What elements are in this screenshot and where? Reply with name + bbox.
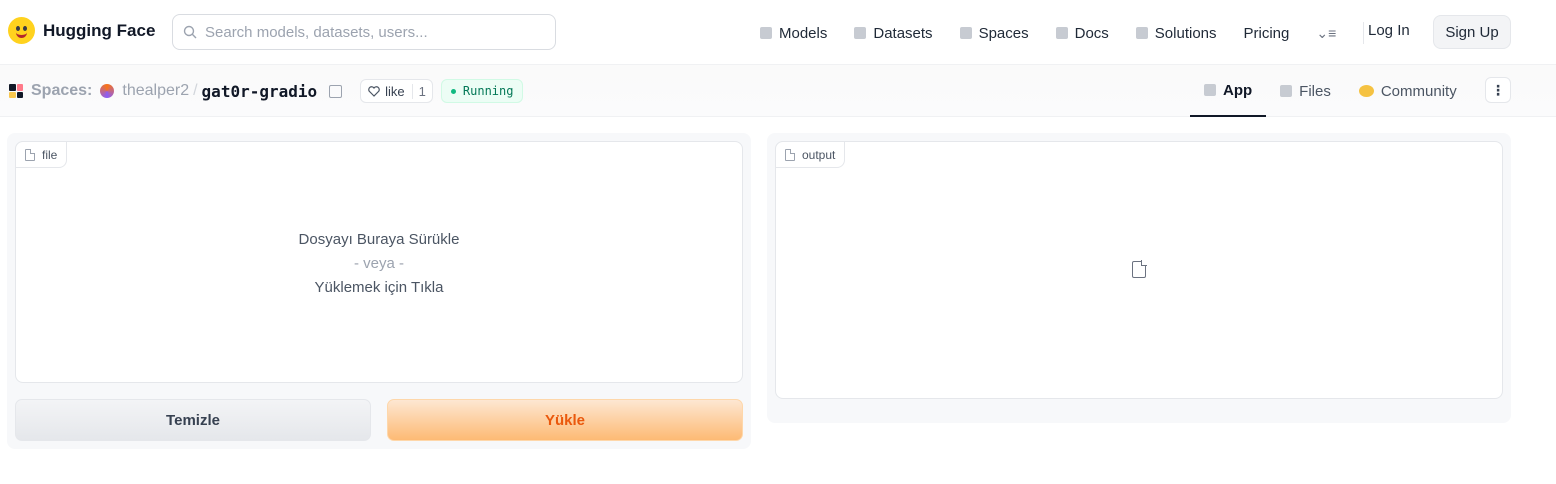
output-panel: output [767, 133, 1511, 423]
top-navbar: Hugging Face Models Datasets Spaces Docs… [0, 0, 1556, 65]
spaces-label[interactable]: Spaces: [31, 82, 92, 100]
models-icon [760, 27, 772, 39]
brand-logo[interactable]: Hugging Face [8, 17, 155, 44]
signup-button[interactable]: Sign Up [1433, 15, 1511, 49]
space-breadcrumb: Spaces: thealper2 / gat0r-gradio like 1 … [9, 79, 524, 103]
owner-link[interactable]: thealper2 [122, 82, 189, 100]
nav-divider [1363, 22, 1365, 44]
tab-files-label: Files [1299, 82, 1331, 100]
more-menu-icon[interactable]: ⌄≡ [1316, 25, 1336, 42]
community-icon [1358, 85, 1374, 97]
nav-datasets[interactable]: Datasets [854, 24, 933, 42]
drop-or: - veya - [353, 255, 404, 272]
empty-file-icon [1132, 260, 1147, 278]
clear-button[interactable]: Temizle [15, 399, 371, 441]
login-link[interactable]: Log In [1368, 22, 1410, 39]
tab-community[interactable]: Community [1345, 65, 1471, 117]
file-icon [25, 148, 35, 161]
nav-pricing[interactable]: Pricing [1244, 25, 1290, 42]
like-label: like [385, 83, 405, 99]
main-nav-links: Models Datasets Spaces Docs Solutions Pr… [760, 22, 1365, 44]
status-dot-icon [450, 88, 456, 94]
spaces-icon [959, 27, 972, 39]
solutions-icon [1135, 27, 1148, 39]
heart-icon [368, 85, 380, 97]
dropzone-text: Dosyayı Buraya Sürükle - veya - Yüklemek… [16, 228, 742, 300]
app-icon [1204, 84, 1216, 96]
more-options-button[interactable]: ⋮ [1485, 77, 1511, 103]
tab-app[interactable]: App [1190, 65, 1267, 117]
like-count[interactable]: 1 [411, 83, 432, 99]
status-badge: Running [440, 79, 524, 103]
output-file-icon [785, 148, 795, 161]
nav-models-label: Models [779, 24, 828, 42]
output-block-label: output [775, 141, 846, 168]
tab-files[interactable]: Files [1266, 65, 1345, 117]
tab-app-label: App [1223, 81, 1253, 99]
spaces-logo-icon [9, 84, 23, 98]
nav-models[interactable]: Models [760, 25, 827, 42]
nav-spaces-label: Spaces [978, 24, 1029, 42]
path-separator: / [193, 82, 198, 99]
nav-solutions-label: Solutions [1154, 24, 1217, 42]
like-button[interactable]: like 1 [360, 79, 433, 103]
nav-datasets-label: Datasets [873, 24, 933, 42]
nav-pricing-label: Pricing [1243, 24, 1290, 42]
file-label-text: file [42, 147, 58, 162]
space-header: Spaces: thealper2 / gat0r-gradio like 1 … [0, 65, 1556, 117]
brand-name: Hugging Face [43, 20, 156, 40]
file-block-label: file [15, 141, 68, 168]
search-box[interactable] [172, 14, 556, 50]
nav-spaces[interactable]: Spaces [959, 24, 1029, 42]
search-icon [183, 25, 197, 39]
click-instruction: Yüklemek için Tıkla [314, 279, 444, 296]
nav-docs-label: Docs [1074, 24, 1109, 42]
docs-icon [1055, 27, 1068, 39]
search-input[interactable] [205, 23, 535, 41]
datasets-icon [854, 27, 867, 39]
nav-docs[interactable]: Docs [1055, 24, 1109, 42]
submit-button[interactable]: Yükle [387, 399, 743, 441]
owner-avatar [100, 84, 115, 98]
hugging-face-emoji-icon [8, 17, 35, 44]
file-upload-dropzone[interactable]: file Dosyayı Buraya Sürükle - veya - Yük… [15, 141, 743, 383]
space-name[interactable]: gat0r-gradio [202, 82, 318, 101]
output-label-text: output [802, 147, 836, 162]
input-panel: file Dosyayı Buraya Sürükle - veya - Yük… [7, 133, 751, 449]
tab-community-label: Community [1380, 82, 1457, 100]
space-tabs: App Files Community [1190, 65, 1471, 117]
nav-solutions[interactable]: Solutions [1135, 24, 1217, 42]
copy-icon[interactable] [329, 84, 343, 98]
status-text: Running [462, 84, 514, 98]
drop-instruction: Dosyayı Buraya Sürükle [298, 231, 460, 248]
files-icon [1280, 85, 1293, 97]
output-file-block: output [775, 141, 1503, 399]
